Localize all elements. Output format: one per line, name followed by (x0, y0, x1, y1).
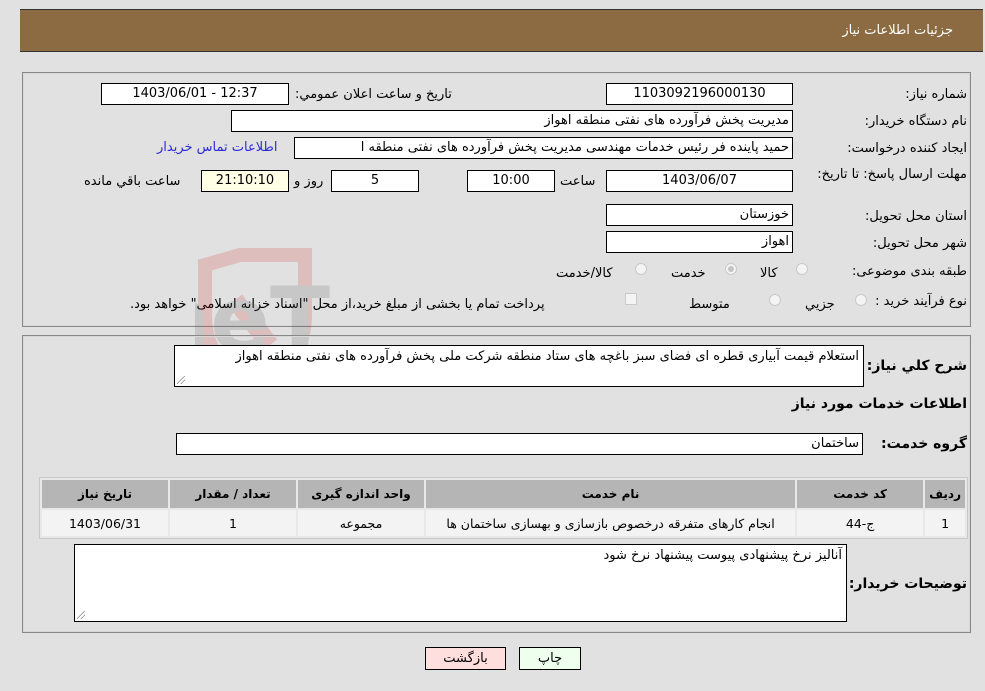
category-goods-label: کالا (760, 266, 778, 281)
announce-datetime-label: تاریخ و ساعت اعلان عمومي: (295, 87, 452, 102)
resize-handle-icon[interactable] (77, 611, 85, 619)
purchase-medium-label: متوسط (689, 297, 730, 312)
col-header-unit: واحد اندازه گیری (298, 480, 424, 508)
purchase-minor-label: جزيي (805, 297, 835, 312)
deadline-time-label: ساعت (560, 174, 596, 189)
need-number-label: شماره نیاز: (905, 87, 967, 102)
service-group-field[interactable]: ساختمان (176, 433, 863, 455)
col-header-row-number: ردیف (925, 480, 965, 508)
description-label: شرح کلي نیاز: (866, 358, 967, 374)
province-field[interactable]: خوزستان (606, 204, 793, 226)
category-radio-goods-service[interactable] (635, 263, 647, 275)
category-goods-service-label: کالا/خدمت (556, 266, 613, 281)
buyer-contact-link[interactable]: اطلاعات تماس خریدار (157, 140, 277, 155)
col-header-quantity: تعداد / مقدار (170, 480, 296, 508)
service-group-label: گروه خدمت: (881, 436, 967, 452)
province-label: استان محل تحویل: (865, 209, 967, 224)
page-header: جزئیات اطلاعات نیاز (20, 9, 983, 52)
remaining-time-field: 21:10:10 (201, 170, 289, 192)
table-row: 1 ج-44 انجام کارهای متفرقه درخصوص بازساز… (42, 510, 965, 536)
resize-handle-icon[interactable] (177, 376, 185, 384)
remaining-time-label: ساعت باقي مانده (84, 174, 181, 189)
cell-need-date: 1403/06/31 (42, 510, 168, 536)
cell-row-number: 1 (925, 510, 965, 536)
deadline-time-field[interactable]: 10:00 (467, 170, 555, 192)
category-service-label: خدمت (671, 266, 706, 281)
description-field[interactable]: استعلام قیمت آبیاری قطره ای فضای سبز باغ… (174, 345, 864, 387)
cell-service-name: انجام کارهای متفرقه درخصوص بازسازی و بهس… (426, 510, 796, 536)
cell-service-code: ج-44 (797, 510, 924, 536)
table-header-row: ردیف کد خدمت نام خدمت واحد اندازه گیری ت… (42, 480, 965, 508)
col-header-service-name: نام خدمت (426, 480, 796, 508)
remaining-days-field[interactable]: 5 (331, 170, 419, 192)
back-button[interactable]: بازگشت (425, 647, 506, 670)
buyer-org-label: نام دستگاه خریدار: (864, 114, 967, 129)
requester-field[interactable]: حمید پاینده فر رئیس خدمات مهندسی مدیریت … (294, 137, 793, 159)
deadline-label: مهلت ارسال پاسخ: تا تاریخ: (817, 167, 967, 182)
need-number-field[interactable]: 1103092196000130 (606, 83, 793, 105)
city-field[interactable]: اهواز (606, 231, 793, 253)
requester-label: ایجاد کننده درخواست: (847, 141, 967, 156)
col-header-service-code: کد خدمت (797, 480, 924, 508)
purchase-radio-medium[interactable] (769, 294, 781, 306)
buyer-notes-field[interactable]: آنالیز نرخ پیشنهادی پیوست پیشنهاد نرخ شو… (74, 544, 847, 622)
services-section-title: اطلاعات خدمات مورد نیاز (791, 396, 967, 412)
buyer-notes-label: توضیحات خریدار: (848, 576, 967, 592)
buyer-org-field[interactable]: مدیریت پخش فرآورده های نفتی منطقه اهواز (231, 110, 793, 132)
purchase-type-label: نوع فرآیند خرید : (875, 294, 967, 309)
description-text: استعلام قیمت آبیاری قطره ای فضای سبز باغ… (235, 349, 860, 364)
deadline-date-field[interactable]: 1403/06/07 (606, 170, 793, 192)
treasury-checkbox[interactable] (625, 293, 637, 305)
cell-quantity: 1 (170, 510, 296, 536)
purchase-radio-minor[interactable] (855, 294, 867, 306)
announce-datetime-field[interactable]: 1403/06/01 - 12:37 (101, 83, 289, 105)
treasury-checkbox-label: پرداخت تمام یا بخشی از مبلغ خرید،از محل … (130, 297, 545, 312)
buyer-notes-text: آنالیز نرخ پیشنهادی پیوست پیشنهاد نرخ شو… (603, 548, 842, 563)
services-table: ردیف کد خدمت نام خدمت واحد اندازه گیری ت… (39, 477, 968, 539)
cell-unit: مجموعه (298, 510, 424, 536)
days-label: روز و (294, 174, 324, 189)
category-radio-service[interactable] (725, 263, 737, 275)
category-label: طبقه بندی موضوعی: (851, 264, 967, 279)
print-button[interactable]: چاپ (519, 647, 581, 670)
col-header-need-date: تاریخ نیاز (42, 480, 168, 508)
page-title: جزئیات اطلاعات نیاز (842, 23, 953, 38)
city-label: شهر محل تحویل: (872, 236, 967, 251)
category-radio-goods[interactable] (796, 263, 808, 275)
